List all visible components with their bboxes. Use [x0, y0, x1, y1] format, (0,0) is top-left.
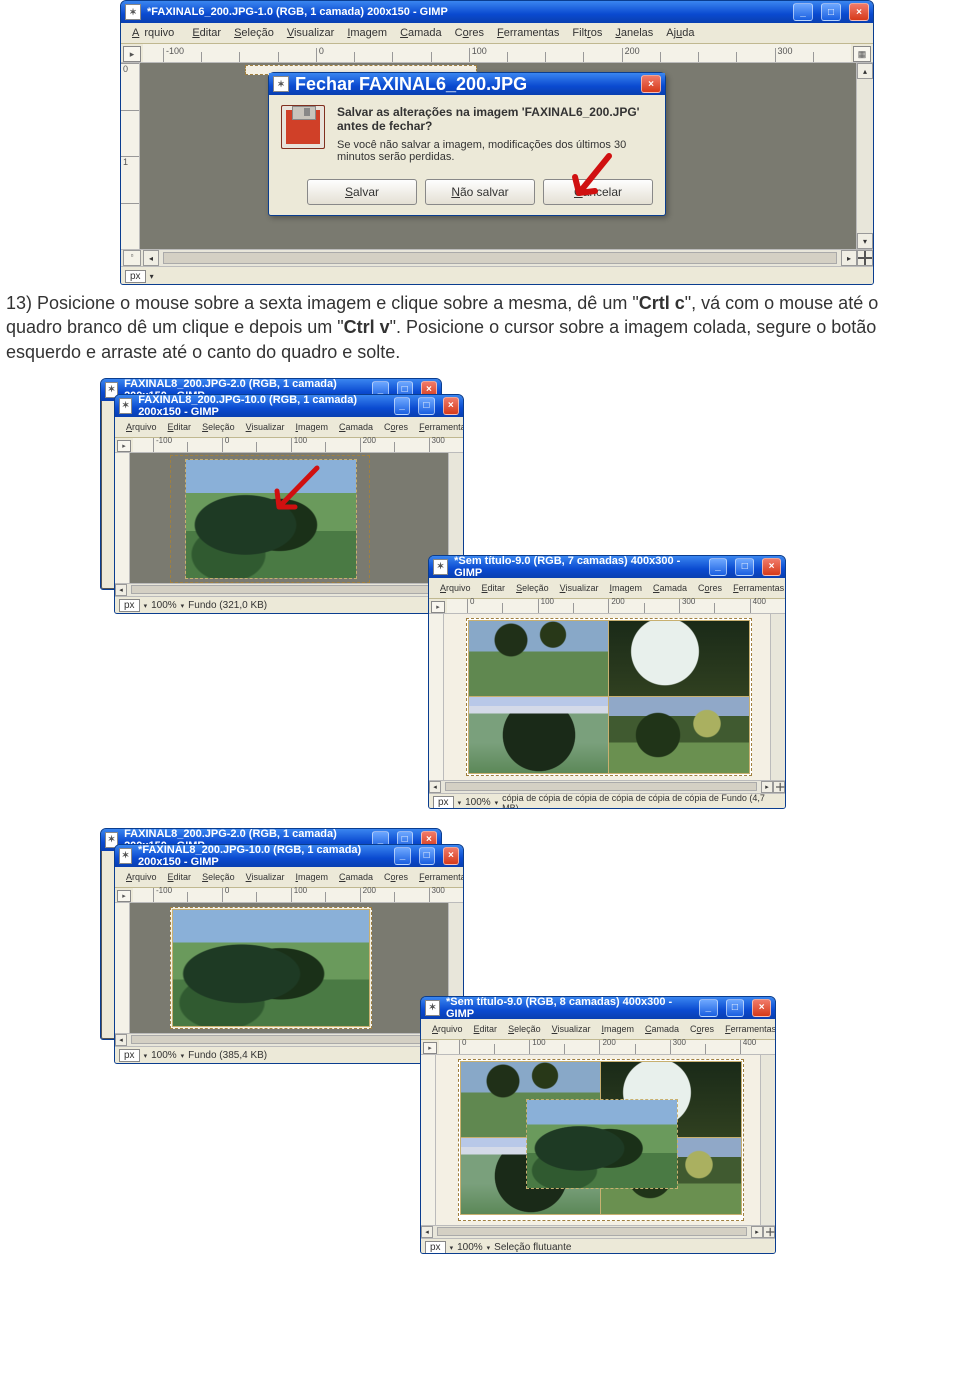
- dialog-titlebar[interactable]: ✶ Fechar FAXINAL6_200.JPG ×: [269, 73, 665, 95]
- scroll-up-button[interactable]: ▴: [857, 63, 873, 79]
- menu-camada[interactable]: Camada: [395, 25, 447, 41]
- canvas[interactable]: [130, 453, 448, 583]
- scrollbar-horizontal[interactable]: ▫ ◂ ▸: [121, 249, 873, 266]
- menu-selecao[interactable]: Seleção: [229, 25, 279, 41]
- menu-ajuda[interactable]: Ajuda: [661, 25, 699, 41]
- ruler-horizontal: -100 0 100 200 300: [143, 44, 851, 63]
- menubar[interactable]: Arquivo Editar Seleção Visualizar Imagem…: [121, 23, 873, 44]
- canvas[interactable]: [444, 614, 770, 780]
- minimize-button[interactable]: _: [394, 397, 410, 415]
- scroll-left-button[interactable]: ◂: [143, 250, 159, 266]
- nav-toggle-icon[interactable]: ▸: [123, 46, 141, 62]
- menubar[interactable]: ArquivoEditarSeleçãoVisualizarImagemCama…: [115, 417, 463, 438]
- menu-imagem[interactable]: Imagem: [342, 25, 392, 41]
- dialog-title: Fechar FAXINAL6_200.JPG: [295, 74, 527, 95]
- gimp-icon: ✶: [433, 559, 448, 575]
- statusbar: px▾ 100%▾ Fundo (321,0 KB): [115, 596, 463, 614]
- close-button[interactable]: ×: [443, 397, 459, 415]
- dialog-question: Salvar as alterações na imagem 'FAXINAL6…: [337, 105, 653, 133]
- window-title: *Sem título-9.0 (RGB, 8 camadas) 400x300…: [446, 996, 685, 1020]
- unit-dropdown-icon[interactable]: ▾: [150, 272, 154, 281]
- canvas[interactable]: [436, 1055, 760, 1225]
- instruction-text: 13) Posicione o mouse sobre a sexta imag…: [6, 291, 936, 364]
- statusbar: px ▾: [121, 266, 873, 285]
- menu-arquivo[interactable]: Arquivo: [127, 25, 184, 41]
- gimp-icon: ✶: [125, 4, 141, 20]
- status-text: Fundo (321,0 KB): [188, 600, 267, 611]
- zoom-label: 100%: [151, 600, 177, 611]
- collage-img-1: [468, 620, 610, 698]
- gimp-icon: ✶: [273, 76, 289, 92]
- dont-save-button[interactable]: Não salvar: [425, 179, 535, 205]
- dialog-close-button[interactable]: ×: [641, 75, 661, 93]
- nav-pan-icon[interactable]: [857, 250, 873, 266]
- gimp-icon: ✶: [119, 848, 132, 864]
- minimize-button[interactable]: _: [793, 3, 813, 21]
- maximize-button[interactable]: □: [735, 558, 754, 576]
- collage-img-3: [468, 696, 610, 774]
- unit-select[interactable]: px: [119, 599, 140, 612]
- gimp-icon: ✶: [425, 1000, 440, 1016]
- titlebar[interactable]: ✶ *FAXINAL6_200.JPG-1.0 (RGB, 1 camada) …: [121, 1, 873, 23]
- scroll-right-button[interactable]: ▸: [841, 250, 857, 266]
- red-arrow-annotation: [559, 151, 619, 211]
- menu-janelas[interactable]: Janelas: [610, 25, 658, 41]
- gimp-window-d: ✶ *Sem título-9.0 (RGB, 8 camadas) 400x30…: [420, 996, 776, 1254]
- menu-ferramentas[interactable]: Ferramentas: [492, 25, 564, 41]
- close-button[interactable]: ×: [762, 558, 781, 576]
- moved-image[interactable]: [172, 909, 370, 1027]
- gimp-icon: ✶: [119, 398, 132, 414]
- floating-selection[interactable]: [526, 1099, 678, 1189]
- gimp-window-c-front: ✶ *FAXINAL8_200.JPG-10.0 (RGB, 1 camada) …: [114, 844, 464, 1064]
- ruler-vertical: 0 1: [121, 63, 140, 249]
- menu-filtros[interactable]: Filtros: [567, 25, 607, 41]
- quick-mask-icon[interactable]: ▦: [853, 46, 871, 62]
- canvas[interactable]: [130, 903, 448, 1033]
- close-dialog: ✶ Fechar FAXINAL6_200.JPG × Salvar as al…: [268, 72, 666, 216]
- maximize-button[interactable]: □: [821, 3, 841, 21]
- close-button[interactable]: ×: [849, 3, 869, 21]
- nav-toggle-icon[interactable]: ▸: [117, 440, 131, 452]
- menu-visualizar[interactable]: Visualizar: [282, 25, 340, 41]
- gimp-window-b: ✶ *Sem título-9.0 (RGB, 7 camadas) 400x30…: [428, 555, 786, 809]
- unit-select[interactable]: px: [125, 270, 146, 283]
- window-title: *FAXINAL8_200.JPG-10.0 (RGB, 1 camada) 2…: [138, 844, 380, 868]
- scroll-down-button[interactable]: ▾: [857, 233, 873, 249]
- menu-cores[interactable]: Cores: [450, 25, 489, 41]
- collage-img-2: [608, 620, 750, 698]
- menu-editar[interactable]: Editar: [187, 25, 226, 41]
- maximize-button[interactable]: □: [418, 397, 434, 415]
- save-button[interactable]: Salvar: [307, 179, 417, 205]
- window-title: *Sem título-9.0 (RGB, 7 camadas) 400x300…: [454, 555, 694, 579]
- save-icon: [281, 105, 325, 149]
- gimp-window-a-front: ✶ FAXINAL8_200.JPG-10.0 (RGB, 1 camada) 2…: [114, 394, 464, 614]
- collage-img-4: [608, 696, 750, 774]
- red-arrow-annotation: [265, 463, 325, 523]
- quickmask-toggle-icon[interactable]: ▫: [123, 250, 141, 266]
- minimize-button[interactable]: _: [709, 558, 728, 576]
- window-title: *FAXINAL6_200.JPG-1.0 (RGB, 1 camada) 20…: [147, 6, 448, 18]
- window-title: FAXINAL8_200.JPG-10.0 (RGB, 1 camada) 20…: [138, 394, 380, 418]
